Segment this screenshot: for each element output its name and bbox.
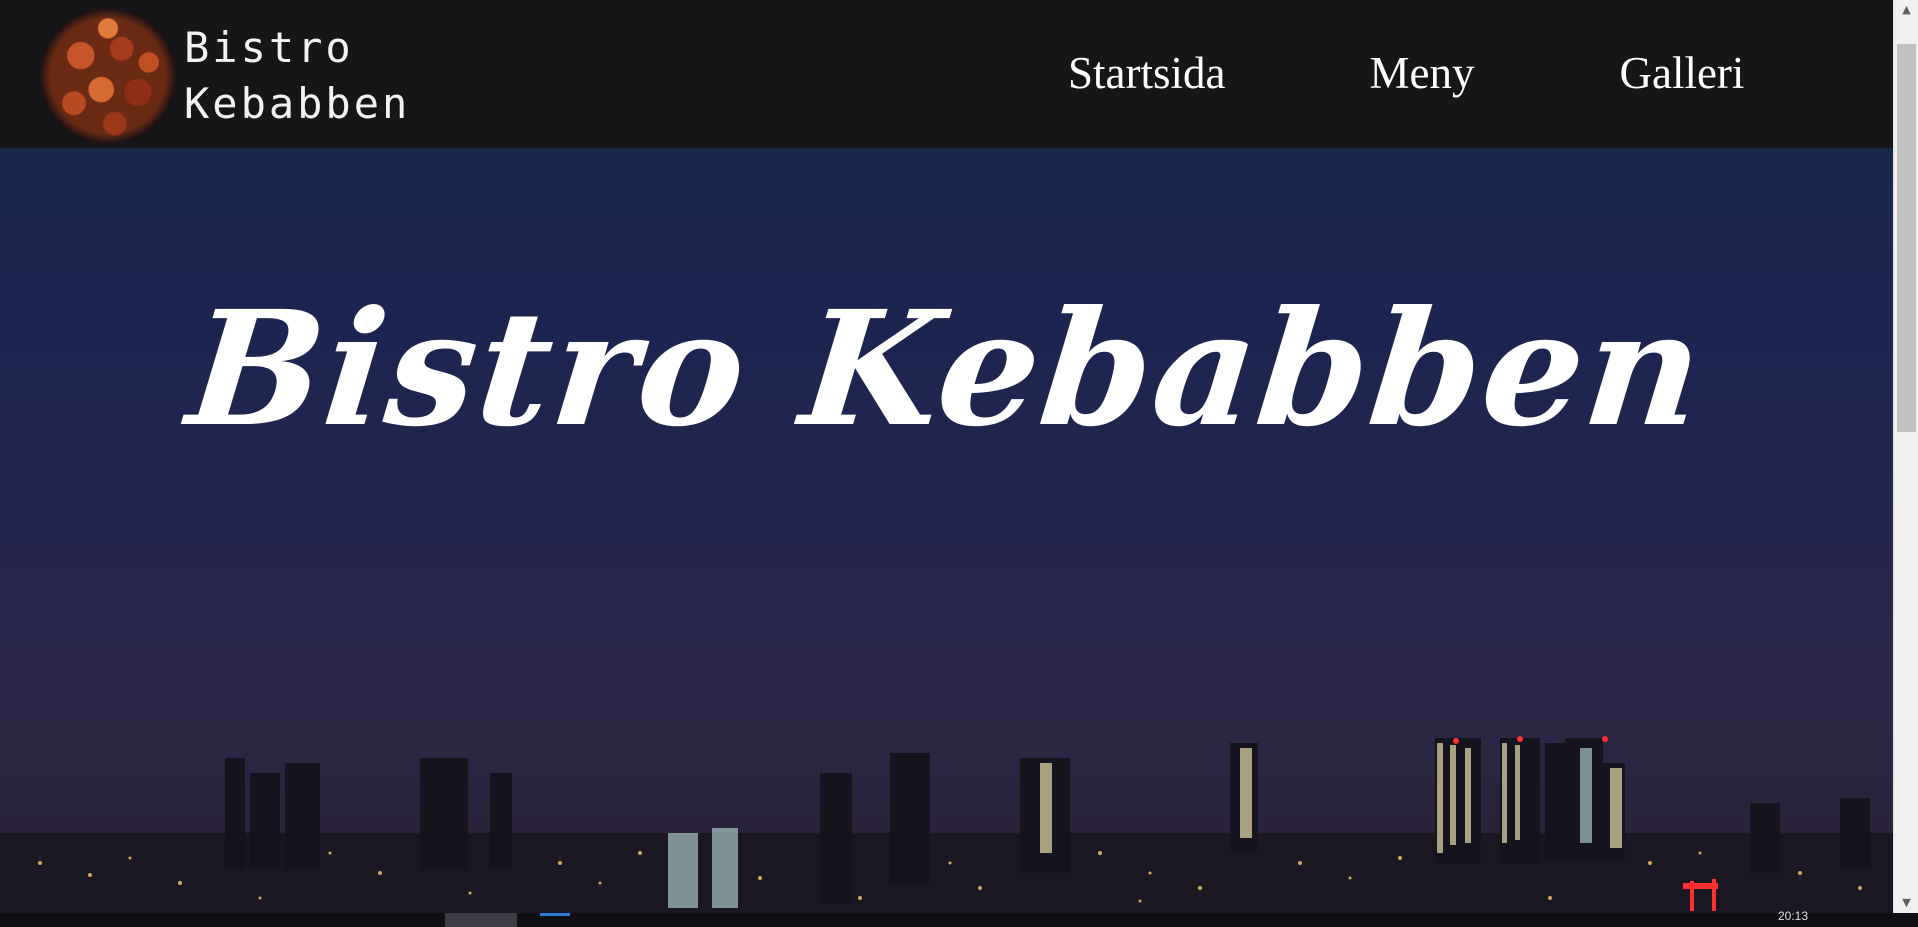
- nav-link-meny[interactable]: Meny: [1369, 46, 1474, 100]
- nav-link-startsida[interactable]: Startsida: [1068, 46, 1225, 100]
- scroll-up-arrow-icon[interactable]: ▲: [1894, 0, 1918, 20]
- logo-text: Bistro Kebabben: [184, 20, 410, 132]
- taskbar-app-indicator[interactable]: [540, 913, 570, 916]
- taskbar-clock: 20:13: [1777, 909, 1808, 923]
- vertical-scrollbar[interactable]: ▲ ▼: [1893, 0, 1918, 913]
- hero-title: Bistro Kebabben: [180, 277, 1713, 462]
- main-nav: Startsida Meny Galleri: [1068, 46, 1744, 100]
- scroll-down-arrow-icon[interactable]: ▼: [1894, 893, 1918, 913]
- hero-banner: Bistro Kebabben: [0, 148, 1893, 913]
- taskbar-active-app[interactable]: [445, 913, 517, 927]
- logo-text-line2: Kebabben: [184, 79, 411, 128]
- site-logo[interactable]: Bistro Kebabben: [40, 8, 410, 144]
- logo-text-line1: Bistro: [184, 23, 354, 72]
- os-taskbar: 20:13: [0, 909, 1918, 927]
- scrollbar-thumb[interactable]: [1897, 44, 1916, 432]
- logo-kebab-image: [40, 8, 176, 144]
- nav-link-galleri[interactable]: Galleri: [1619, 46, 1744, 100]
- city-skyline-image: [0, 736, 1893, 913]
- site-header: Bistro Kebabben Startsida Meny Galleri: [0, 0, 1893, 148]
